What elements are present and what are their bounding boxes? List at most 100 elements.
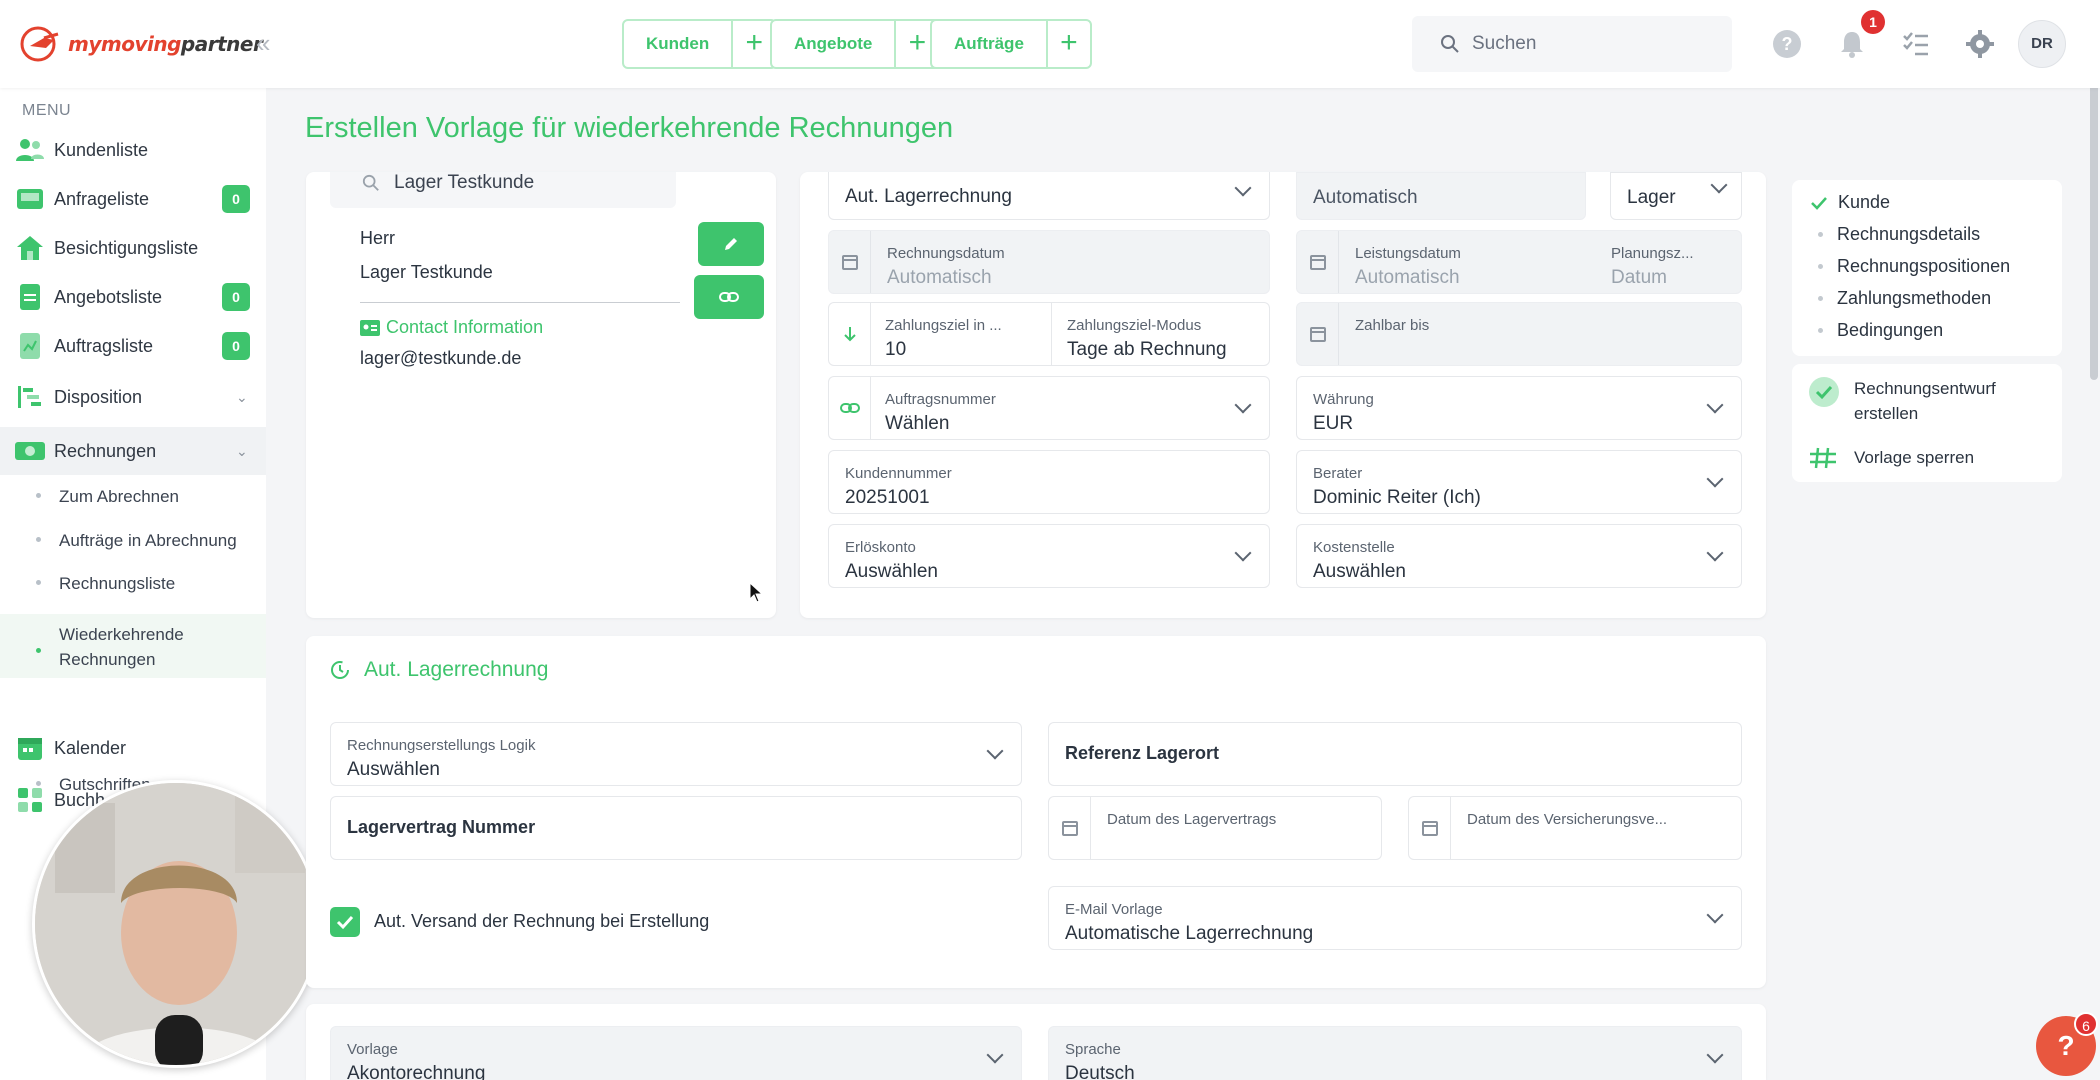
sidebar-item-label: Rechnungen (54, 440, 157, 461)
quick-angebote-button[interactable]: Angebote (772, 21, 894, 67)
auto-send-checkbox[interactable] (330, 907, 360, 937)
revenue-account-select[interactable]: Erlöskonto Auswählen (828, 524, 1270, 588)
document-icon (14, 281, 46, 313)
link-icon (829, 377, 871, 439)
lock-template-label: Vorlage sperren (1854, 448, 1975, 467)
sidebar-item-disposition[interactable]: Disposition ⌄ (0, 373, 266, 421)
service-date-field[interactable]: Leistungsdatum Automatisch Planungsz... … (1296, 230, 1742, 294)
edit-customer-button[interactable] (698, 222, 764, 266)
sidebar-item-label: Kundenliste (54, 139, 149, 160)
invoice-number-value: Automatisch (1313, 187, 1418, 208)
reference-location-field[interactable]: Referenz Lagerort (1048, 722, 1742, 786)
section-title: Aut. Lagerrechnung (364, 658, 549, 681)
sidebar-sub-rechnungsliste[interactable]: Rechnungsliste (0, 571, 266, 596)
customer-card: Lager Testkunde Herr Lager Testkunde Con… (306, 172, 776, 618)
check-circle-icon (1809, 377, 1839, 407)
sidebar-item-anfrageliste[interactable]: Anfrageliste 0 (0, 175, 266, 223)
sidebar-sub-label: Zum Abrechnen (59, 487, 180, 506)
quick-angebote: Angebote + (770, 19, 941, 69)
users-icon (14, 134, 46, 166)
gear-icon[interactable] (1964, 28, 1996, 60)
quick-kunden-button[interactable]: Kunden (624, 21, 731, 67)
number-range-select[interactable]: Lager (1610, 172, 1742, 220)
step-zahlungsmethoden[interactable]: Zahlungsmethoden (1810, 288, 1991, 309)
step-label: Bedingungen (1837, 320, 1944, 340)
payment-term-field[interactable]: Zahlungsziel in ... 10 Zahlungsziel-Modu… (828, 302, 1270, 366)
customer-number-field[interactable]: Kundennummer 20251001 (828, 450, 1270, 514)
page-scrollbar[interactable] (2090, 60, 2098, 380)
quick-auftraege-button[interactable]: Aufträge (932, 21, 1046, 67)
order-number-select[interactable]: Auftragsnummer Wählen (828, 376, 1270, 440)
payable-until-field[interactable]: Zahlbar bis (1296, 302, 1742, 366)
step-kunde[interactable]: Kunde (1810, 192, 1890, 213)
step-rechnungspositionen[interactable]: Rechnungspositionen (1810, 256, 2010, 277)
sidebar-item-angebotsliste[interactable]: Angebotsliste 0 (0, 273, 266, 321)
steps-panel: Kunde Rechnungsdetails Rechnungsposition… (1792, 180, 2062, 356)
contract-number-field[interactable]: Lagervertrag Nummer (330, 796, 1022, 860)
language-select[interactable]: Sprache Deutsch (1048, 1026, 1742, 1080)
lock-template-button[interactable]: Vorlage sperren (1808, 446, 1974, 470)
invoice-details-card: Aut. Lagerrechnung Automatisch Lager Rec… (800, 172, 1766, 618)
house-icon (14, 232, 46, 264)
webcam-overlay (32, 780, 320, 1068)
inbox-icon (14, 183, 46, 215)
field-value: Automatische Lagerrechnung (1065, 923, 1314, 944)
brand-name-prefix: mymoving (68, 32, 181, 56)
brand-logo[interactable]: mymovingpartner (20, 22, 263, 66)
collapse-sidebar-icon[interactable]: « (256, 28, 270, 58)
checklist-icon[interactable] (1900, 28, 1932, 60)
contact-heading: Contact Information (360, 317, 543, 338)
step-rechnungsdetails[interactable]: Rechnungsdetails (1810, 224, 1980, 245)
currency-select[interactable]: Währung EUR (1296, 376, 1742, 440)
bell-icon[interactable] (1836, 28, 1868, 60)
advisor-select[interactable]: Berater Dominic Reiter (Ich) (1296, 450, 1742, 514)
contract-date-field[interactable]: Datum des Lagervertrags (1048, 796, 1382, 860)
sidebar-sub-wiederkehrende-rechnungen[interactable]: Wiederkehrende Rechnungen (0, 614, 266, 678)
arrow-down-icon (829, 303, 871, 365)
template-card: Vorlage Akontorechnung Sprache Deutsch (306, 1004, 1766, 1080)
template-select[interactable]: Vorlage Akontorechnung (330, 1026, 1022, 1080)
email-template-select[interactable]: E-Mail Vorlage Automatische Lagerrechnun… (1048, 886, 1742, 950)
user-avatar[interactable]: DR (2018, 20, 2066, 68)
field-value: Akontorechnung (347, 1063, 486, 1080)
field-value: 10 (885, 339, 907, 360)
create-draft-label-1: Rechnungsentwurf (1854, 379, 1996, 398)
search-icon (362, 174, 379, 191)
help-icon[interactable]: ? (1773, 30, 1801, 58)
sidebar-item-kalender[interactable]: Kalender (0, 724, 266, 772)
sidebar-item-auftragsliste[interactable]: Auftragsliste 0 (0, 322, 266, 370)
field-value: Automatisch (1355, 267, 1460, 288)
sidebar-item-besichtigungsliste[interactable]: Besichtigungsliste (0, 224, 266, 272)
field-label: Auftragsnummer (885, 391, 996, 408)
auto-send-label: Aut. Versand der Rechnung bei Erstellung (374, 911, 710, 931)
invoice-date-field[interactable]: Rechnungsdatum Automatisch (828, 230, 1270, 294)
chevron-down-icon: ⌄ (236, 442, 248, 459)
insurance-date-field[interactable]: Datum des Versicherungsve... (1408, 796, 1742, 860)
cost-center-select[interactable]: Kostenstelle Auswählen (1296, 524, 1742, 588)
sidebar-item-rechnungen[interactable]: Rechnungen ⌄ (0, 427, 266, 475)
invoice-logic-select[interactable]: Rechnungserstellungs Logik Auswählen (330, 722, 1022, 786)
sidebar-item-kundenliste[interactable]: Kundenliste (0, 126, 266, 174)
menu-title: MENU (22, 102, 72, 119)
add-auftrag-icon[interactable]: + (1045, 21, 1090, 67)
help-badge: 6 (2074, 1012, 2098, 1036)
field-label: Erlöskonto (845, 539, 916, 556)
field-label: Rechnungsdatum (887, 245, 1005, 262)
sidebar-sub-label: Wiederkehrende Rechnungen (59, 625, 184, 669)
quick-auftraege: Aufträge + (930, 19, 1092, 69)
sidebar-sub-auftraege-in-abrechnung[interactable]: Aufträge in Abrechnung (0, 528, 266, 553)
step-bedingungen[interactable]: Bedingungen (1810, 320, 1943, 341)
create-draft-button[interactable]: Rechnungsentwurf erstellen (1808, 376, 1996, 426)
invoice-type-select[interactable]: Aut. Lagerrechnung (828, 172, 1270, 220)
clock-icon (331, 661, 349, 679)
customer-email: lager@testkunde.de (360, 348, 522, 368)
customer-search-field[interactable]: Lager Testkunde (330, 172, 676, 208)
sidebar-sub-zum-abrechnen[interactable]: Zum Abrechnen (0, 484, 266, 509)
field-label: Rechnungserstellungs Logik (347, 737, 536, 754)
top-bar: mymovingpartner « Kunden + Angebote + Au… (0, 0, 2100, 88)
search-input[interactable] (1472, 33, 1712, 55)
chevron-down-icon: ⌄ (236, 388, 248, 405)
link-customer-button[interactable] (694, 275, 764, 319)
count-badge: 0 (222, 332, 250, 360)
add-kunde-icon[interactable]: + (731, 21, 775, 67)
